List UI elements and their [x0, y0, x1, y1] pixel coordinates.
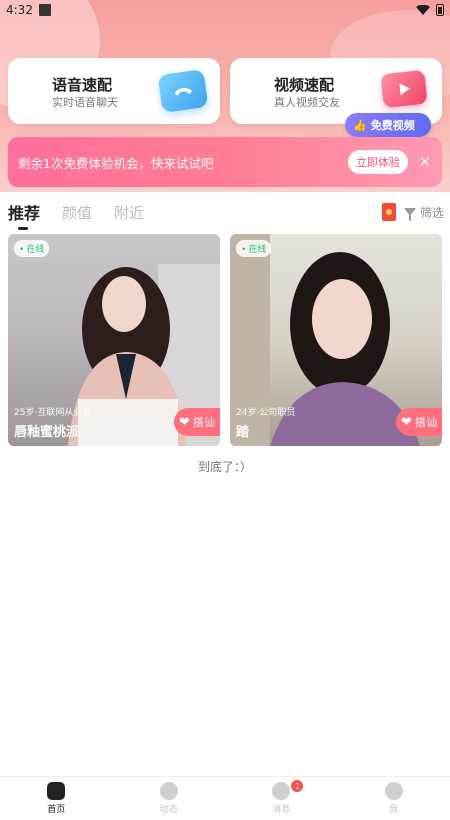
profile-info: 25岁·互联网从业者 唇釉蜜桃派: [14, 405, 91, 440]
profile-info: 24岁·公司职员 踏: [236, 405, 295, 440]
red-packet-icon[interactable]: [381, 203, 396, 221]
end-of-list-text: 到底了：）: [197, 460, 252, 474]
nav-me-label: 我: [389, 805, 399, 815]
tab-recommend[interactable]: 推荐: [8, 200, 40, 230]
status-bar: 4:32: [0, 0, 450, 20]
video-match-subtitle: 真人视频交友: [274, 96, 340, 109]
profile-nickname: 唇釉蜜桃派: [14, 425, 80, 440]
video-play-icon: [380, 69, 428, 109]
heart-icon: ❤: [401, 414, 412, 430]
promo-banner: 剩余1次免费体验机会，快来试试吧 立即体验 ×: [8, 137, 442, 187]
profile-face-icon: [384, 782, 403, 800]
greet-button[interactable]: ❤ 搭讪: [396, 408, 442, 436]
home-icon: [47, 782, 66, 800]
greet-label: 搭讪: [192, 416, 215, 429]
bottom-nav: 首页 动态 1 消息 我: [0, 776, 450, 820]
voice-match-subtitle: 实时语音聊天: [52, 96, 118, 109]
free-video-label: 免费视频: [370, 119, 415, 132]
voice-match-card[interactable]: 语音速配 实时语音聊天: [8, 58, 220, 124]
feed-tabs: 推荐 颜值 附近 筛选: [0, 194, 450, 230]
battery-icon: [436, 4, 444, 16]
profile-card[interactable]: 在线 25岁·互联网从业者 唇釉蜜桃派 ❤ 搭讪: [8, 234, 220, 446]
greet-label: 搭讪: [414, 416, 437, 429]
unread-badge: 1: [291, 780, 304, 792]
tab-nearby[interactable]: 附近: [114, 202, 144, 223]
tab-beauty[interactable]: 颜值: [62, 202, 92, 223]
profile-meta: 24岁·公司职员: [236, 408, 296, 418]
wifi-icon: [416, 5, 430, 15]
voice-match-title: 语音速配: [52, 76, 113, 94]
nav-moments[interactable]: 动态: [113, 777, 226, 820]
profile-nickname: 踏: [236, 425, 250, 440]
funnel-icon: [403, 208, 416, 221]
free-video-badge[interactable]: 👍 免费视频: [345, 113, 431, 137]
phone-icon: [157, 68, 209, 114]
video-match-title: 视频速配: [274, 76, 335, 94]
profile-card[interactable]: 在线 24岁·公司职员 踏 ❤ 搭讪: [230, 234, 442, 446]
profile-meta: 25岁·互联网从业者: [14, 408, 92, 418]
promo-text: 剩余1次免费体验机会，快来试试吧: [18, 155, 214, 171]
notification-icon: [38, 4, 51, 16]
try-now-button[interactable]: 立即体验: [348, 150, 408, 174]
filter-button[interactable]: 筛选: [403, 204, 444, 221]
nav-home[interactable]: 首页: [0, 777, 113, 820]
close-icon[interactable]: ×: [418, 154, 432, 170]
nav-moments-label: 动态: [159, 805, 178, 815]
nav-messages[interactable]: 1 消息: [225, 777, 338, 820]
app-root: 4:32 语音速配 实时语音聊天 视频速配 真人视频交友 👍 免费视频 剩余1次…: [0, 0, 450, 820]
message-icon: [272, 782, 291, 800]
header-banner: 4:32 语音速配 实时语音聊天 视频速配 真人视频交友 👍 免费视频 剩余1次…: [0, 0, 450, 192]
thumbs-up-icon: 👍: [353, 118, 367, 132]
status-time: 4:32: [6, 3, 33, 17]
heart-icon: ❤: [179, 414, 190, 430]
nav-messages-label: 消息: [272, 805, 291, 815]
online-badge: 在线: [14, 240, 50, 257]
online-badge: 在线: [236, 240, 272, 257]
compass-icon: [159, 782, 178, 800]
nav-home-label: 首页: [47, 805, 66, 815]
nav-me[interactable]: 我: [338, 777, 450, 820]
filter-label: 筛选: [419, 205, 444, 220]
greet-button[interactable]: ❤ 搭讪: [174, 408, 220, 436]
